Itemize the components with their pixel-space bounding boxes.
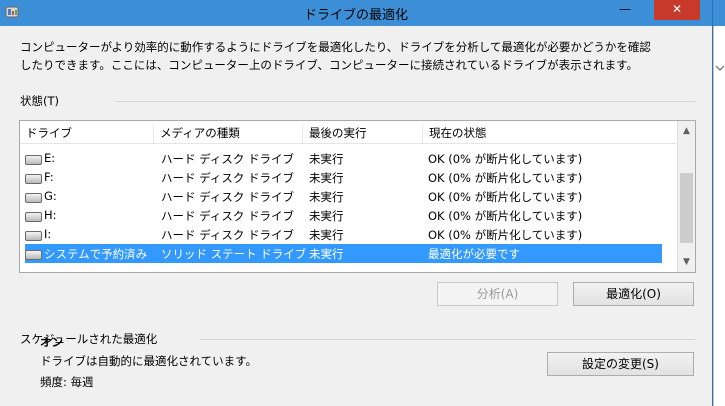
drive-name: E: [44,151,56,165]
current-status: OK (0% が断片化しています) [428,190,583,204]
drive-name: システムで予約済み [44,247,148,261]
last-run: 未実行 [309,228,344,242]
column-header-status[interactable]: 現在の状態 [422,125,487,143]
scrollbar-thumb[interactable] [680,173,693,243]
media-type: ソリッド ステート ドライブ [161,247,307,261]
window-content: コンピューターがより効率的に動作するようにドライブを最適化したり、ドライブを分析… [0,26,712,406]
status-group-divider [115,101,695,102]
minimize-button[interactable]: — [611,0,639,20]
media-type: ハード ディスク ドライブ [161,190,295,204]
schedule-state: オン [40,335,63,349]
background-window-edge [713,26,725,406]
schedule-group-divider [200,339,695,340]
drive-list-scrollbar[interactable]: ▲ ▼ [677,121,695,272]
drive-name: F: [44,170,54,184]
drive-row-h[interactable]: H: ハード ディスク ドライブ 未実行 OK (0% が断片化しています) [20,206,680,225]
change-settings-button[interactable]: 設定の変更(S) [547,352,694,376]
drive-row-i[interactable]: I: ハード ディスク ドライブ 未実行 OK (0% が断片化しています) [20,225,680,244]
scroll-down-arrow-icon[interactable]: ▼ [678,254,695,270]
drive-row-e[interactable]: E: ハード ディスク ドライブ 未実行 OK (0% が断片化しています) [20,149,680,168]
drive-name: H: [44,208,57,222]
hard-drive-icon [25,155,42,165]
description-text: コンピューターがより効率的に動作するようにドライブを最適化したり、ドライブを分析… [20,40,651,72]
drive-name: I: [44,227,52,241]
hard-drive-icon [25,193,42,203]
last-run: 未実行 [309,190,344,204]
last-run: 未実行 [309,209,344,223]
media-type: ハード ディスク ドライブ [161,171,295,185]
last-run: 未実行 [309,247,344,261]
current-status: OK (0% が断片化しています) [428,209,583,223]
optimize-drives-window: ドライブの最適化 — ✕ コンピューターがより効率的に動作するようにドライブを最… [0,0,713,406]
drive-list[interactable]: ドライブ メディアの種類 最後の実行 現在の状態 E: ハード ディスク ドライ… [19,120,696,273]
hard-drive-icon [25,212,42,222]
column-header-last-run[interactable]: 最後の実行 [302,125,367,143]
chevron-down-icon [715,65,725,71]
status-group-label: 状態(T) [20,94,59,108]
scroll-up-arrow-icon[interactable]: ▲ [678,123,695,139]
drive-list-header: ドライブ メディアの種類 最後の実行 現在の状態 [20,121,680,144]
last-run: 未実行 [309,171,344,185]
current-status: OK (0% が断片化しています) [428,228,583,242]
media-type: ハード ディスク ドライブ [161,209,295,223]
title-bar[interactable]: ドライブの最適化 — ✕ [0,0,712,26]
column-header-media[interactable]: メディアの種類 [153,125,240,143]
current-status: OK (0% が断片化しています) [428,152,583,166]
analyze-button[interactable]: 分析(A) [437,282,558,306]
current-status: 最適化が必要です [428,247,520,261]
hard-drive-icon [25,174,42,184]
close-button[interactable]: ✕ [654,0,700,20]
drive-row-f[interactable]: F: ハード ディスク ドライブ 未実行 OK (0% が断片化しています) [20,168,680,187]
hard-drive-icon [25,231,42,241]
drive-row-g[interactable]: G: ハード ディスク ドライブ 未実行 OK (0% が断片化しています) [20,187,680,206]
optimize-button[interactable]: 最適化(O) [573,282,694,306]
window-title: ドライブの最適化 [303,8,408,23]
column-header-drive[interactable]: ドライブ [20,125,72,143]
schedule-description: ドライブは自動的に最適化されています。 [40,354,258,368]
last-run: 未実行 [309,152,344,166]
media-type: ハード ディスク ドライブ [161,152,295,166]
current-status: OK (0% が断片化しています) [428,171,583,185]
drive-row-system-reserved[interactable]: システムで予約済み ソリッド ステート ドライブ 未実行 最適化が必要です [25,244,662,263]
schedule-frequency: 頻度: 毎週 [40,375,94,389]
media-type: ハード ディスク ドライブ [161,228,295,242]
drive-name: G: [44,189,57,203]
ssd-drive-icon [25,250,42,260]
